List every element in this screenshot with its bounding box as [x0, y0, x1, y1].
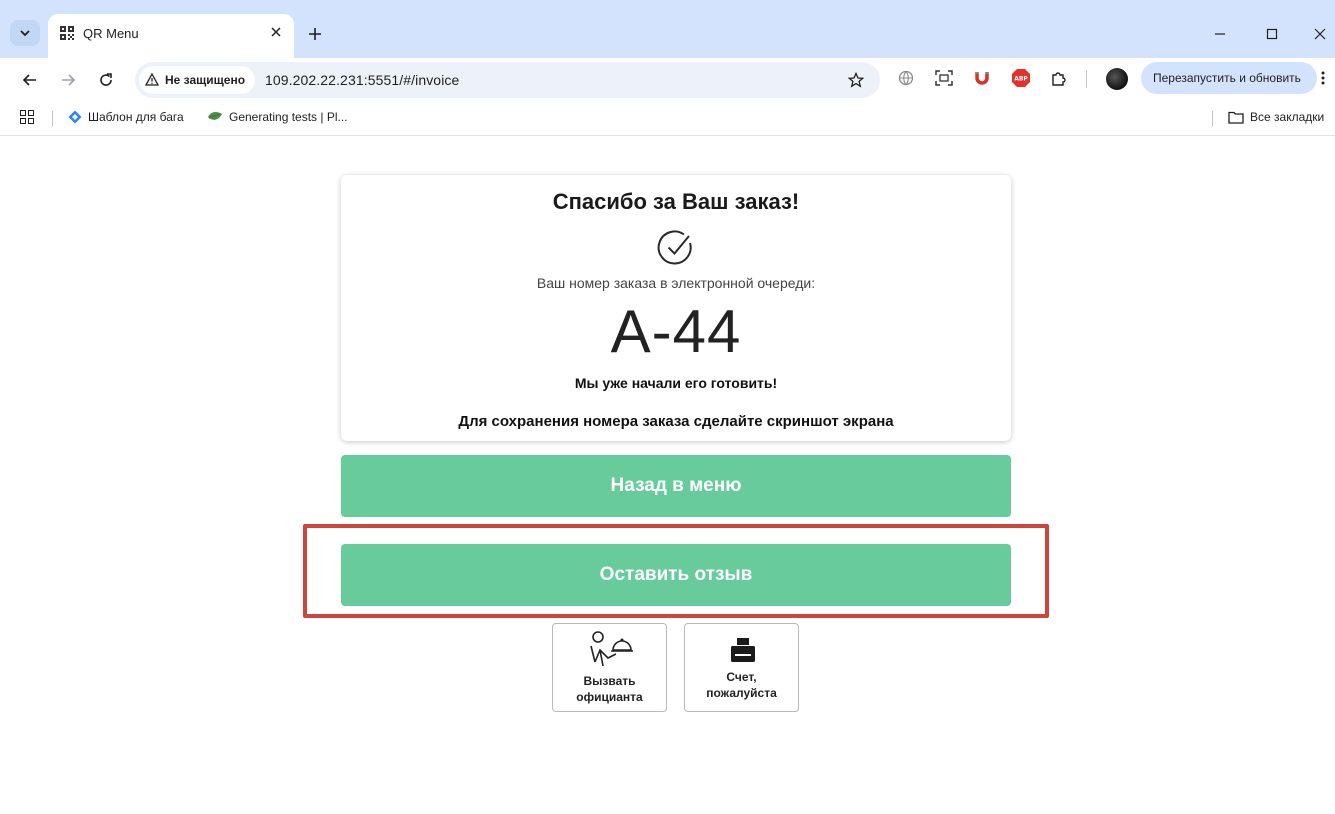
diamond-icon	[68, 110, 82, 124]
bookmark-item-bug-template[interactable]: Шаблон для бага	[68, 110, 184, 124]
browser-menu-button[interactable]	[1313, 66, 1333, 90]
plus-icon	[309, 28, 321, 40]
call-waiter-label-line1: Вызвать	[583, 674, 636, 688]
bookmark-label: Шаблон для бага	[88, 110, 184, 124]
browser-toolbar: Не защищено 109.202.22.231:5551/#/invoic…	[0, 58, 1335, 102]
all-bookmarks-label: Все закладки	[1250, 110, 1325, 124]
tab-qr-menu[interactable]: QR Menu	[48, 14, 294, 58]
puzzle-icon	[1052, 72, 1066, 86]
maximize-button[interactable]	[1260, 22, 1284, 46]
waiter-icon	[590, 631, 633, 667]
bill-label-line1: Счет,	[726, 670, 757, 684]
magnet-icon	[975, 72, 989, 85]
back-button[interactable]	[16, 66, 44, 94]
apps-button[interactable]	[20, 110, 34, 124]
toolbar-divider	[1086, 70, 1087, 88]
close-icon	[1314, 28, 1326, 40]
leaf-icon	[208, 112, 222, 120]
reload-icon	[100, 73, 112, 86]
arrow-left-icon	[22, 74, 36, 86]
bookmarks-bar: Шаблон для бага Generating tests | Pl...…	[0, 102, 1335, 136]
queue-label: Ваш номер заказа в электронной очереди:	[536, 275, 816, 291]
security-label: Не защищено	[165, 73, 246, 87]
bookmark-item-generating-tests[interactable]: Generating tests | Pl...	[207, 110, 348, 124]
profile-avatar[interactable]	[1106, 68, 1128, 90]
screenshot-hint: Для сохранения номера заказа сделайте ск…	[458, 413, 894, 430]
folder-icon	[1228, 111, 1244, 124]
all-bookmarks-button[interactable]: Все закладки	[1228, 110, 1324, 124]
bookmarks-divider	[52, 111, 53, 127]
close-icon	[271, 27, 281, 37]
bookmark-star-button[interactable]	[846, 70, 866, 90]
globe-icon	[898, 70, 914, 86]
address-bar[interactable]: Не защищено 109.202.22.231:5551/#/invoic…	[135, 62, 880, 98]
extension-globe[interactable]	[894, 66, 918, 90]
extensions-button[interactable]	[1047, 66, 1071, 90]
leave-review-button[interactable]: Оставить отзыв	[341, 544, 1011, 606]
star-icon	[848, 72, 864, 88]
tab-search-button[interactable]	[10, 20, 40, 46]
minimize-icon	[1215, 33, 1225, 35]
page-content: Спасибо за Ваш заказ! Ваш номер заказа в…	[0, 137, 1335, 814]
order-number: А-44	[610, 298, 742, 365]
more-vert-icon	[1321, 71, 1325, 85]
bookmarks-divider	[1212, 111, 1213, 127]
forward-button[interactable]	[54, 66, 82, 94]
screenshot-icon	[935, 70, 953, 86]
extension-adblock[interactable]: ABP	[1009, 66, 1033, 90]
cash-register-icon	[731, 638, 755, 662]
apps-grid-icon	[20, 110, 34, 124]
minimize-button[interactable]	[1208, 22, 1232, 46]
warning-icon	[145, 73, 159, 86]
new-tab-button[interactable]	[303, 22, 327, 46]
call-waiter-button[interactable]: Вызвать официанта	[552, 623, 667, 712]
call-waiter-label-line2: официанта	[576, 690, 643, 704]
security-chip[interactable]: Не защищено	[139, 66, 256, 94]
close-window-button[interactable]	[1308, 22, 1332, 46]
maximize-icon	[1266, 28, 1278, 40]
order-confirmation-card: Спасибо за Ваш заказ! Ваш номер заказа в…	[341, 175, 1011, 441]
svg-text:ABP: ABP	[1014, 76, 1028, 83]
adblock-icon: ABP	[1012, 69, 1030, 87]
check-circle-icon	[657, 230, 692, 265]
bookmark-label: Generating tests | Pl...	[229, 110, 348, 124]
bill-label-line2: пожалуйста	[706, 686, 777, 700]
arrow-right-icon	[62, 74, 76, 86]
tab-close-button[interactable]	[266, 22, 286, 42]
extension-magnet[interactable]	[970, 66, 994, 90]
browser-window: QR Menu Не защищено 109.202.22.231:5551/…	[0, 0, 1335, 814]
qr-code-icon	[60, 26, 74, 40]
tab-title: QR Menu	[83, 26, 139, 41]
restart-update-button[interactable]: Перезапустить и обновить	[1141, 62, 1317, 94]
request-bill-button[interactable]: Счет, пожалуйста	[684, 623, 799, 712]
cooking-status-text: Мы уже начали его готовить!	[574, 375, 778, 391]
tab-strip: QR Menu	[0, 0, 1335, 58]
extension-screenshot[interactable]	[932, 66, 956, 90]
reload-button[interactable]	[92, 66, 120, 94]
chevron-down-icon	[20, 30, 30, 37]
url-text[interactable]: 109.202.22.231:5551/#/invoice	[265, 72, 459, 88]
back-to-menu-button[interactable]: Назад в меню	[341, 455, 1011, 517]
page-title: Спасибо за Ваш заказ!	[552, 189, 800, 214]
